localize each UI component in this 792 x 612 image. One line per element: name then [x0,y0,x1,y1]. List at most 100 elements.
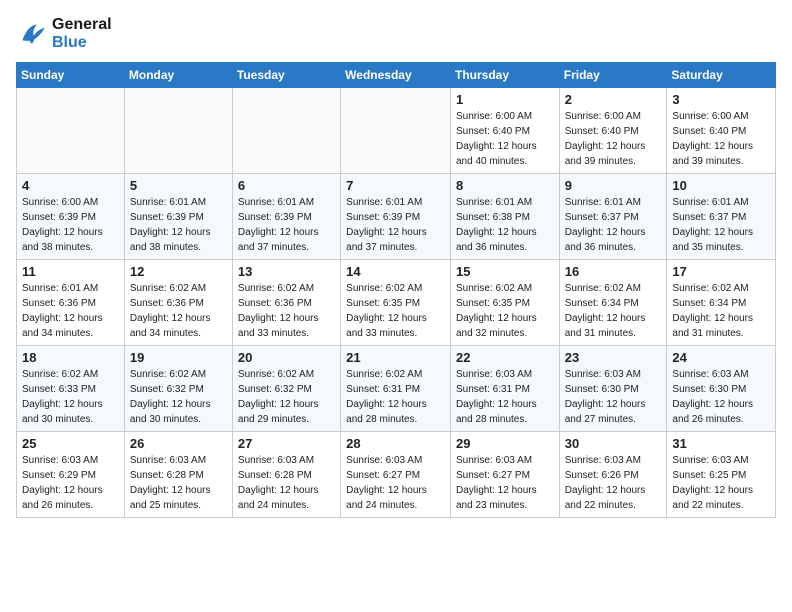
calendar-day-cell: 4 Sunrise: 6:00 AM Sunset: 6:39 PM Daylig… [17,174,125,260]
calendar-day-cell: 30 Sunrise: 6:03 AM Sunset: 6:26 PM Dayli… [559,432,667,518]
weekday-header-cell: Saturday [667,63,776,88]
day-info: Sunrise: 6:01 AM Sunset: 6:38 PM Dayligh… [456,195,554,255]
day-number: 8 [456,178,554,193]
weekday-header-cell: Friday [559,63,667,88]
calendar-day-cell: 13 Sunrise: 6:02 AM Sunset: 6:36 PM Dayli… [232,260,340,346]
day-info: Sunrise: 6:02 AM Sunset: 6:32 PM Dayligh… [130,367,227,427]
day-number: 26 [130,436,227,451]
day-number: 17 [672,264,770,279]
day-number: 22 [456,350,554,365]
day-info: Sunrise: 6:03 AM Sunset: 6:27 PM Dayligh… [456,453,554,513]
logo: General Blue [16,16,112,52]
day-number: 21 [346,350,445,365]
day-number: 2 [565,92,662,107]
day-info: Sunrise: 6:00 AM Sunset: 6:40 PM Dayligh… [672,109,770,169]
calendar-week-row: 4 Sunrise: 6:00 AM Sunset: 6:39 PM Daylig… [17,174,776,260]
day-info: Sunrise: 6:01 AM Sunset: 6:36 PM Dayligh… [22,281,119,341]
day-info: Sunrise: 6:00 AM Sunset: 6:39 PM Dayligh… [22,195,119,255]
day-info: Sunrise: 6:03 AM Sunset: 6:27 PM Dayligh… [346,453,445,513]
calendar-day-cell: 5Sunrise: 6:01 AM Sunset: 6:39 PM Daylig… [124,174,232,260]
weekday-header-cell: Thursday [450,63,559,88]
calendar-day-cell [341,88,451,174]
calendar-day-cell: 28Sunrise: 6:03 AM Sunset: 6:27 PM Dayli… [341,432,451,518]
calendar-day-cell: 3Sunrise: 6:00 AM Sunset: 6:40 PM Daylig… [667,88,776,174]
calendar-day-cell: 25 Sunrise: 6:03 AM Sunset: 6:29 PM Dayli… [17,432,125,518]
day-info: Sunrise: 6:02 AM Sunset: 6:31 PM Dayligh… [346,367,445,427]
calendar-day-cell: 11 Sunrise: 6:01 AM Sunset: 6:36 PM Dayli… [17,260,125,346]
weekday-header-cell: Sunday [17,63,125,88]
calendar-day-cell: 18 Sunrise: 6:02 AM Sunset: 6:33 PM Dayli… [17,346,125,432]
calendar-day-cell: 6Sunrise: 6:01 AM Sunset: 6:39 PM Daylig… [232,174,340,260]
calendar-day-cell: 16 Sunrise: 6:02 AM Sunset: 6:34 PM Dayli… [559,260,667,346]
calendar-day-cell: 23 Sunrise: 6:03 AM Sunset: 6:30 PM Dayli… [559,346,667,432]
day-info: Sunrise: 6:03 AM Sunset: 6:28 PM Dayligh… [238,453,335,513]
day-number: 20 [238,350,335,365]
calendar-week-row: 18 Sunrise: 6:02 AM Sunset: 6:33 PM Dayli… [17,346,776,432]
calendar-day-cell: 8 Sunrise: 6:01 AM Sunset: 6:38 PM Daylig… [450,174,559,260]
day-info: Sunrise: 6:01 AM Sunset: 6:37 PM Dayligh… [672,195,770,255]
logo-icon [16,18,48,50]
day-info: Sunrise: 6:03 AM Sunset: 6:30 PM Dayligh… [565,367,662,427]
calendar-day-cell [232,88,340,174]
calendar-day-cell: 20 Sunrise: 6:02 AM Sunset: 6:32 PM Dayli… [232,346,340,432]
calendar-week-row: 1Sunrise: 6:00 AM Sunset: 6:40 PM Daylig… [17,88,776,174]
day-number: 14 [346,264,445,279]
day-number: 4 [22,178,119,193]
calendar-table: SundayMondayTuesdayWednesdayThursdayFrid… [16,62,776,518]
calendar-day-cell [124,88,232,174]
day-info: Sunrise: 6:02 AM Sunset: 6:34 PM Dayligh… [565,281,662,341]
day-info: Sunrise: 6:02 AM Sunset: 6:35 PM Dayligh… [346,281,445,341]
logo-text: General Blue [52,16,112,52]
page-header: General Blue [16,16,776,52]
day-info: Sunrise: 6:01 AM Sunset: 6:39 PM Dayligh… [238,195,335,255]
weekday-header-row: SundayMondayTuesdayWednesdayThursdayFrid… [17,63,776,88]
day-info: Sunrise: 6:02 AM Sunset: 6:35 PM Dayligh… [456,281,554,341]
calendar-day-cell: 22Sunrise: 6:03 AM Sunset: 6:31 PM Dayli… [450,346,559,432]
day-info: Sunrise: 6:00 AM Sunset: 6:40 PM Dayligh… [456,109,554,169]
day-number: 31 [672,436,770,451]
day-info: Sunrise: 6:02 AM Sunset: 6:32 PM Dayligh… [238,367,335,427]
day-number: 23 [565,350,662,365]
day-number: 7 [346,178,445,193]
day-info: Sunrise: 6:02 AM Sunset: 6:36 PM Dayligh… [238,281,335,341]
day-info: Sunrise: 6:01 AM Sunset: 6:39 PM Dayligh… [130,195,227,255]
day-number: 25 [22,436,119,451]
calendar-day-cell: 9Sunrise: 6:01 AM Sunset: 6:37 PM Daylig… [559,174,667,260]
calendar-week-row: 11 Sunrise: 6:01 AM Sunset: 6:36 PM Dayli… [17,260,776,346]
calendar-week-row: 25 Sunrise: 6:03 AM Sunset: 6:29 PM Dayli… [17,432,776,518]
calendar-day-cell: 7 Sunrise: 6:01 AM Sunset: 6:39 PM Daylig… [341,174,451,260]
day-info: Sunrise: 6:02 AM Sunset: 6:34 PM Dayligh… [672,281,770,341]
day-number: 12 [130,264,227,279]
calendar-day-cell: 17 Sunrise: 6:02 AM Sunset: 6:34 PM Dayli… [667,260,776,346]
day-number: 15 [456,264,554,279]
day-number: 29 [456,436,554,451]
day-info: Sunrise: 6:00 AM Sunset: 6:40 PM Dayligh… [565,109,662,169]
calendar-day-cell: 19Sunrise: 6:02 AM Sunset: 6:32 PM Dayli… [124,346,232,432]
calendar-day-cell: 24Sunrise: 6:03 AM Sunset: 6:30 PM Dayli… [667,346,776,432]
day-number: 30 [565,436,662,451]
weekday-header-cell: Monday [124,63,232,88]
calendar-day-cell: 10 Sunrise: 6:01 AM Sunset: 6:37 PM Dayli… [667,174,776,260]
day-number: 11 [22,264,119,279]
weekday-header-cell: Wednesday [341,63,451,88]
day-info: Sunrise: 6:02 AM Sunset: 6:36 PM Dayligh… [130,281,227,341]
day-info: Sunrise: 6:01 AM Sunset: 6:39 PM Dayligh… [346,195,445,255]
day-number: 18 [22,350,119,365]
day-number: 9 [565,178,662,193]
calendar-day-cell: 12 Sunrise: 6:02 AM Sunset: 6:36 PM Dayli… [124,260,232,346]
weekday-header-cell: Tuesday [232,63,340,88]
calendar-body: 1Sunrise: 6:00 AM Sunset: 6:40 PM Daylig… [17,88,776,518]
calendar-day-cell: 29 Sunrise: 6:03 AM Sunset: 6:27 PM Dayli… [450,432,559,518]
day-info: Sunrise: 6:03 AM Sunset: 6:30 PM Dayligh… [672,367,770,427]
day-number: 13 [238,264,335,279]
calendar-day-cell: 26Sunrise: 6:03 AM Sunset: 6:28 PM Dayli… [124,432,232,518]
day-info: Sunrise: 6:03 AM Sunset: 6:29 PM Dayligh… [22,453,119,513]
day-info: Sunrise: 6:03 AM Sunset: 6:25 PM Dayligh… [672,453,770,513]
day-number: 10 [672,178,770,193]
calendar-day-cell [17,88,125,174]
calendar-day-cell: 27 Sunrise: 6:03 AM Sunset: 6:28 PM Dayli… [232,432,340,518]
day-number: 27 [238,436,335,451]
day-number: 16 [565,264,662,279]
day-info: Sunrise: 6:03 AM Sunset: 6:26 PM Dayligh… [565,453,662,513]
day-info: Sunrise: 6:02 AM Sunset: 6:33 PM Dayligh… [22,367,119,427]
